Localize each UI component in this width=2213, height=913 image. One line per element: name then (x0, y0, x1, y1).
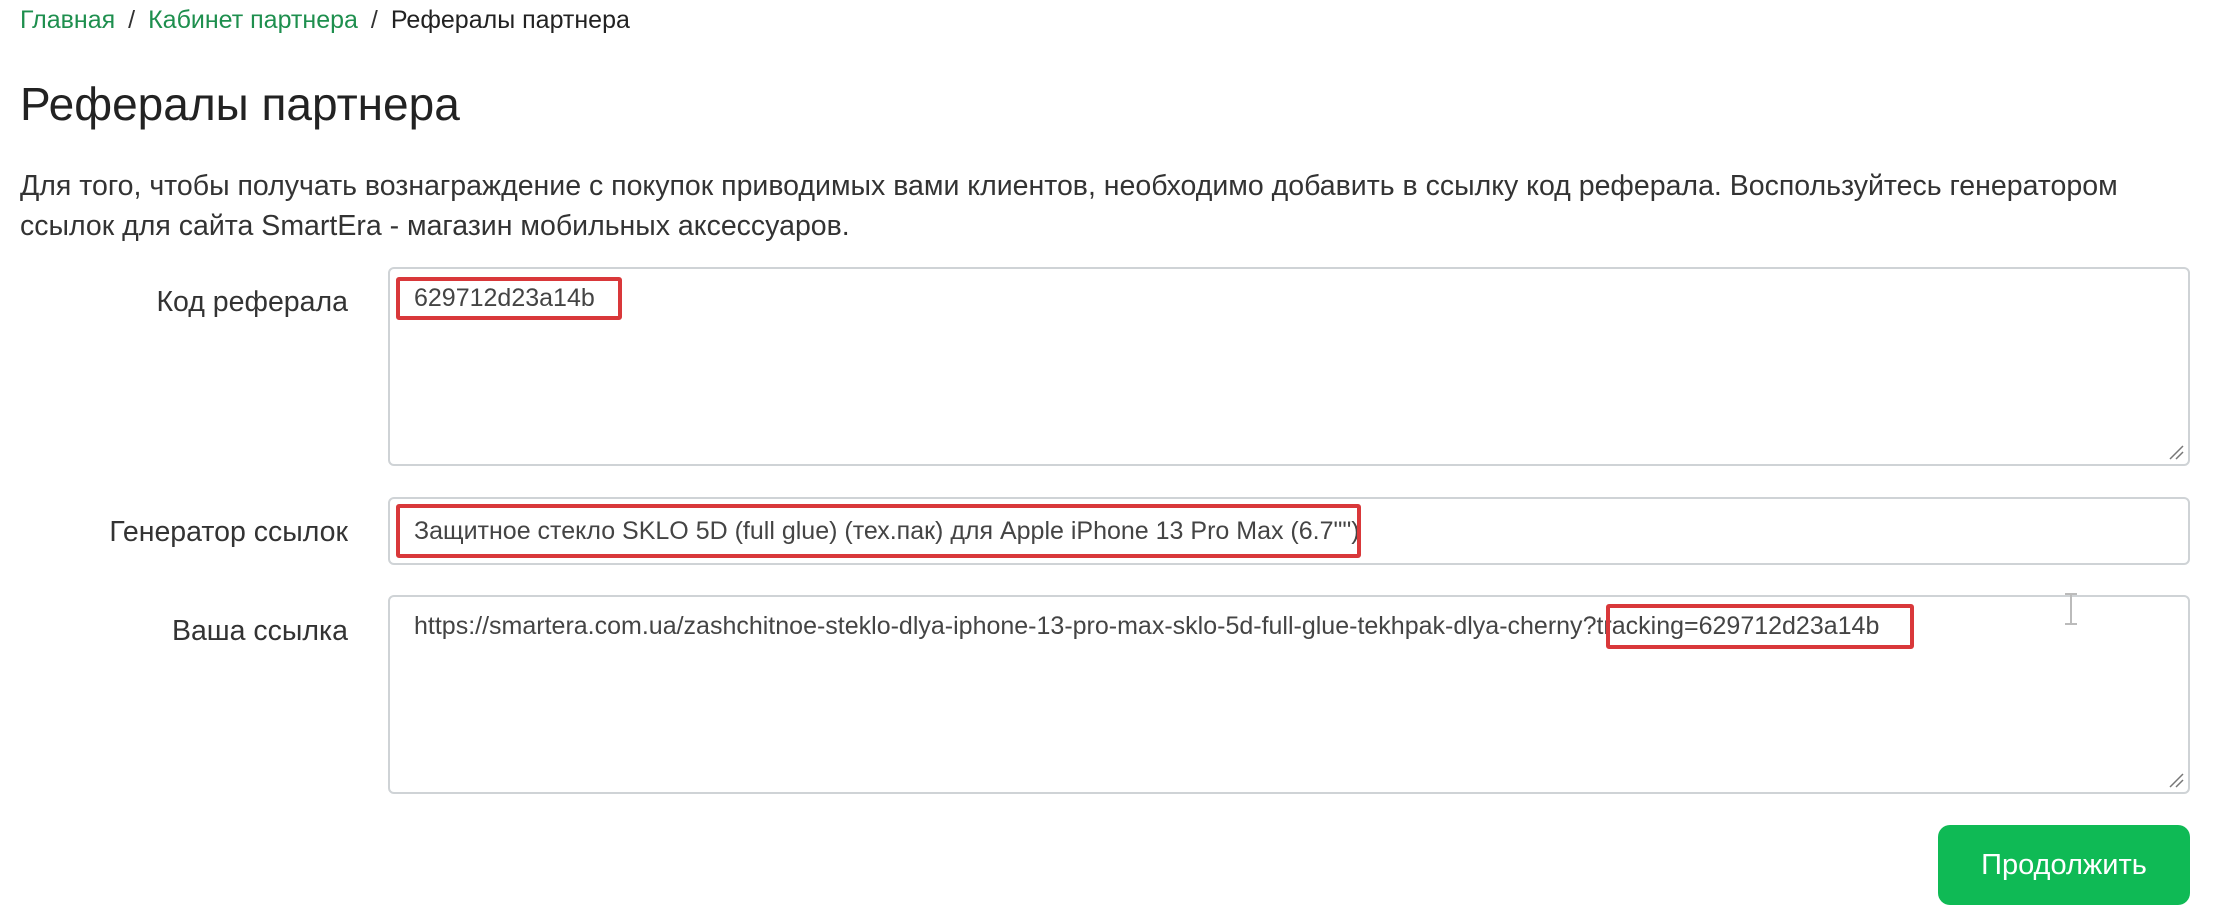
link-generator-input[interactable]: Защитное стекло SKLO 5D (full glue) (тех… (388, 497, 2190, 565)
link-generator-value: Защитное стекло SKLO 5D (full glue) (тех… (414, 517, 1360, 545)
your-link-tracking: ?tracking=629712d23a14b (1582, 612, 1880, 640)
intro-text: Для того, чтобы получать вознаграждение … (20, 170, 2118, 242)
link-generator-label: Генератор ссылок (109, 516, 348, 548)
page-title: Рефералы партнера (20, 78, 460, 130)
referral-code-label: Код реферала (156, 286, 348, 318)
breadcrumb-link-home[interactable]: Главная (20, 6, 115, 34)
resize-grip-icon[interactable] (2166, 770, 2184, 788)
breadcrumb: Главная / Кабинет партнера / Рефералы партне… (20, 4, 630, 36)
referral-code-value: 629712d23a14b (414, 284, 595, 312)
your-link-label: Ваша ссылка (171, 615, 348, 647)
continue-button[interactable]: Продолжить (1938, 825, 2190, 905)
referral-code-textarea[interactable]: 629712d23a14b (388, 267, 2190, 466)
your-link-base: https://smartera.com.ua/zashchitnoe-stek… (414, 612, 1583, 640)
breadcrumb-separator: / (128, 6, 136, 34)
breadcrumb-separator: / (370, 6, 378, 34)
resize-grip-icon[interactable] (2166, 442, 2184, 460)
breadcrumb-link-cabinet[interactable]: Кабинет партнера (148, 6, 358, 34)
your-link-textarea[interactable]: https://smartera.com.ua/zashchitnoe-stek… (388, 595, 2190, 794)
your-link-value: https://smartera.com.ua/zashchitnoe-stek… (414, 609, 1879, 643)
text-cursor-icon (2065, 593, 2077, 625)
breadcrumb-current: Рефералы партнера (390, 6, 630, 34)
